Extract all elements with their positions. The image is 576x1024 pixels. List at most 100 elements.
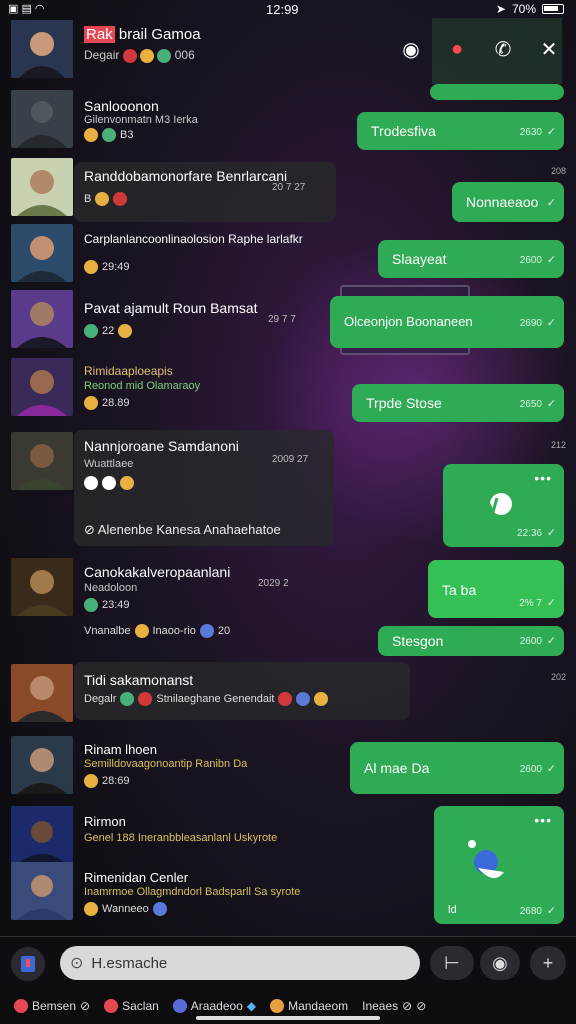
attach-button[interactable] (11, 947, 45, 981)
avatar (11, 90, 73, 148)
status-bar: ▣ ▤ ◠ 12:99 ➤ 70% (0, 0, 576, 20)
chat-name: Rinam lhoen (84, 742, 157, 757)
nav-item[interactable]: Araadeoo ◆ (172, 999, 257, 1013)
avatar (11, 158, 73, 216)
chat-meta (84, 476, 134, 490)
camera-input-button[interactable]: ◉ (480, 946, 520, 980)
status-icons-right: ➤ 70% (496, 2, 564, 16)
bookmark-icon (21, 956, 35, 972)
chat-name: Tidi sakamonanst (84, 672, 194, 688)
close-button[interactable]: ✕ (536, 36, 562, 62)
read-check-icon: ✓ (546, 197, 556, 209)
more-options-icon[interactable]: ••• (534, 470, 552, 486)
read-check-icon: ✓ (546, 763, 556, 775)
chat-name: Rimenidan Cenler (84, 870, 189, 885)
message-bubble[interactable]: Stesgon 2600 ✓ (378, 626, 564, 656)
sticker-icon (483, 493, 512, 516)
search-icon: ⊙ (70, 955, 84, 972)
inline-reaction-row: Vnanalbe Inaoo-rio 20 (84, 624, 231, 638)
emoji-icon (157, 48, 172, 63)
status-icons-left: ▣ ▤ ◠ (8, 3, 45, 15)
message-composer: ⊙ H.esmache ⊢ ◉ + (0, 936, 576, 988)
emoji-icon (84, 324, 98, 338)
emoji-icon (138, 692, 153, 706)
more-options-icon[interactable]: ••• (534, 812, 552, 828)
message-bubble[interactable]: Nonnaeaoo ✓ (452, 182, 564, 222)
avatar (11, 224, 73, 282)
chat-meta: 22 (84, 324, 133, 338)
chat-meta: 28.89 (84, 396, 130, 410)
group-avatar[interactable] (11, 20, 73, 78)
chat-name: Carplanlancoonlinaolosion Raphe larlafkr (84, 232, 303, 246)
message-bubble[interactable]: Trodesfiva 2630 ✓ (357, 112, 564, 150)
chat-name: Pavat ajamult Roun Bamsat (84, 300, 258, 316)
group-title: Rak brail Gamoa (84, 26, 201, 43)
chat-name: Rirmon (84, 814, 126, 829)
chat-time: 29 7 7 (268, 314, 296, 325)
message-bubble[interactable]: Ta ba 2% 7 ✓ (428, 560, 564, 618)
chat-name: Randdobamonorfare Benrlarcani (84, 168, 288, 184)
nav-item[interactable]: Bemsen ⊘ (14, 999, 90, 1013)
profile-icon (172, 999, 187, 1013)
group-subtitle: Degair 006 (84, 48, 195, 63)
read-check-icon: ✓ (546, 398, 556, 410)
emoji-icon (84, 902, 98, 916)
sticker-message[interactable]: ••• ld 2680 ✓ (434, 806, 564, 924)
emoji-icon (296, 692, 311, 706)
avatar (11, 736, 73, 794)
battery-percent: 70% (511, 2, 536, 16)
status-time: 12:99 (266, 2, 299, 17)
emoji-icon (134, 624, 149, 638)
chat-subtitle: Semilldovaagonoantip Ranibn Da (84, 758, 248, 770)
emoji-icon (122, 48, 137, 63)
notification-button[interactable]: ● (444, 36, 470, 62)
message-bubble[interactable]: Trpde Stose 2650 ✓ (352, 384, 564, 422)
sticker-icon (468, 840, 504, 879)
emoji-icon (152, 902, 167, 916)
tag-icon: ◆ (246, 999, 257, 1013)
location-icon: ➤ (495, 2, 506, 16)
add-button[interactable]: + (530, 946, 566, 980)
side-time: 208 (550, 166, 566, 176)
emoji-button[interactable]: ⊢ (430, 946, 474, 980)
leaf-icon: ⊘ (402, 999, 413, 1013)
emoji-icon (314, 692, 329, 706)
leaf-icon: ⊘ (416, 999, 427, 1013)
emoji-icon (84, 128, 98, 142)
camera-button[interactable]: ◉ (398, 36, 424, 62)
nav-item[interactable]: Mandaeom (270, 999, 348, 1013)
chat-name: Rimidaaploeapis (84, 364, 173, 378)
chat-name: Sanlooonon (84, 98, 159, 114)
chat-meta: 29:49 (84, 260, 130, 274)
message-bubble[interactable]: Al mae Da 2600 ✓ (350, 742, 564, 794)
chat-subtitle: Gilenvonmatn M3 Ierka (84, 114, 198, 126)
chat-time: 20 7 27 (272, 182, 306, 193)
read-check-icon: ✓ (546, 527, 556, 539)
emoji-icon (120, 692, 135, 706)
message-bubble[interactable]: Olceonjon Boonaneen 2690 ✓ (330, 296, 564, 348)
chat-meta: Wanneeo (84, 902, 167, 916)
message-input[interactable]: ⊙ H.esmache (60, 946, 420, 980)
read-check-icon: ✓ (546, 635, 556, 647)
rose-icon (104, 999, 119, 1013)
avatar (11, 432, 73, 490)
emoji-icon (84, 476, 98, 490)
message-bubble-partial[interactable] (430, 84, 564, 100)
avatar-icon (270, 999, 285, 1013)
emoji-icon (84, 396, 98, 410)
chat-meta: 28:69 (84, 774, 130, 788)
emoji-icon (199, 624, 214, 638)
chat-subtitle: Reonod mid Olamaraoy (84, 380, 201, 392)
sticker-message[interactable]: ••• 22:36 ✓ (443, 464, 564, 547)
avatar (11, 558, 73, 616)
nav-item[interactable]: Ineaes ⊘ ⊘ (362, 999, 426, 1013)
phone-button[interactable]: ✆ (490, 36, 516, 62)
emoji-icon (278, 692, 293, 706)
emoji-icon (95, 192, 110, 206)
emoji-icon (84, 260, 98, 274)
message-bubble[interactable]: Slaayeat 2600 ✓ (378, 240, 564, 278)
minus-icon: ⊢ (444, 952, 460, 973)
nav-item[interactable]: Saclan (104, 999, 159, 1013)
camera-icon: ◉ (492, 952, 508, 973)
chat-meta: B (84, 192, 128, 206)
